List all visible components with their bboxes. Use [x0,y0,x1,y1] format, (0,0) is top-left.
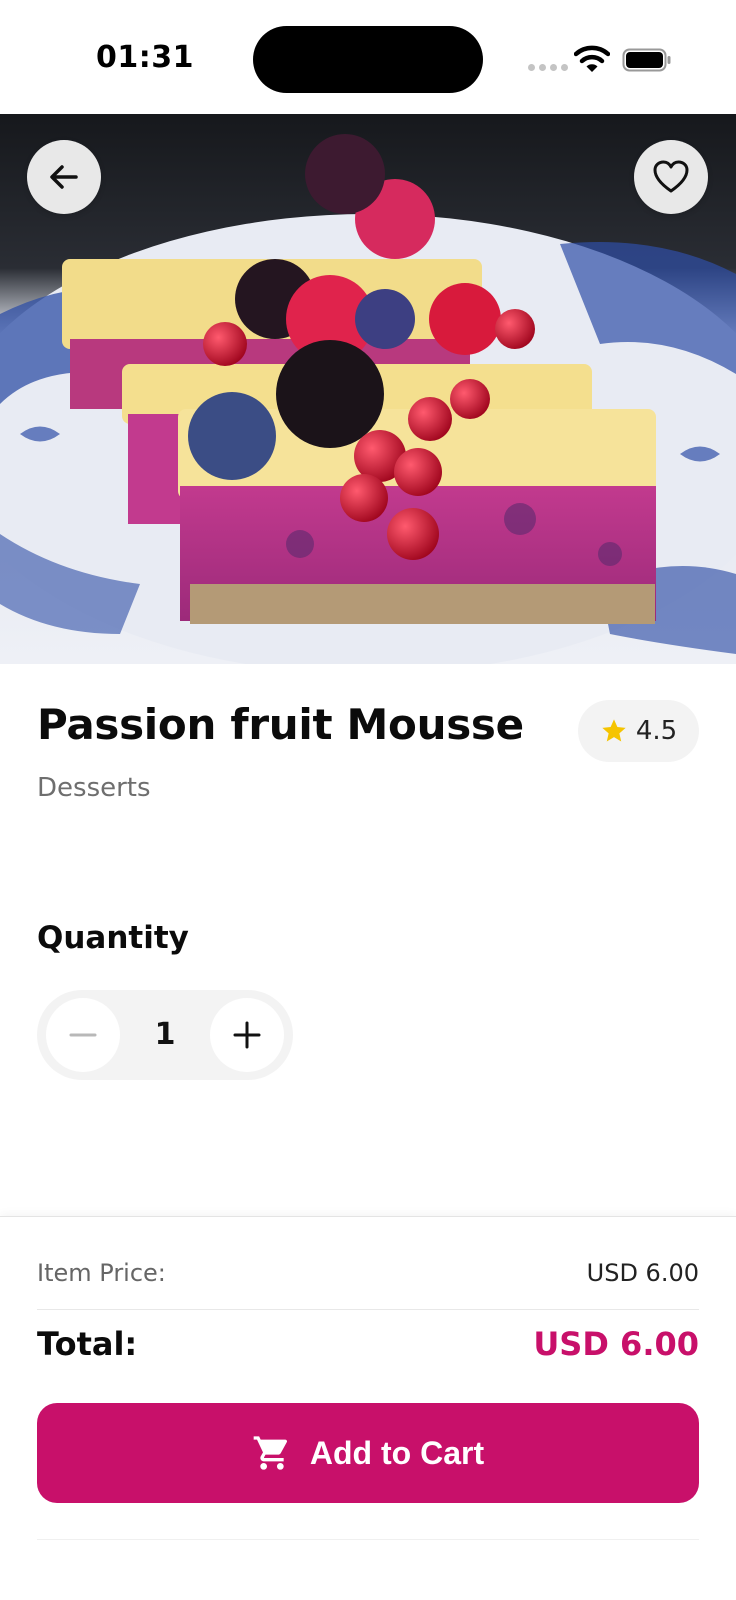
product-category: Desserts [37,773,151,803]
increase-quantity-button[interactable] [210,998,284,1072]
rating-value: 4.5 [635,716,678,746]
quantity-stepper: 1 [37,990,293,1080]
item-price-label: Item Price: [37,1259,166,1287]
quantity-value: 1 [154,1017,176,1052]
add-to-cart-label: Add to Cart [309,1434,485,1471]
total-label: Total: [37,1325,138,1363]
quantity-label: Quantity [37,920,189,956]
sheet-divider [37,1539,699,1540]
heart-outline-icon [653,160,689,193]
decrease-quantity-button[interactable] [46,998,120,1072]
total-value: USD 6.00 [533,1325,699,1363]
wifi-icon [574,45,610,72]
arrow-left-icon [50,165,78,189]
status-bar: 01:31 [0,0,736,114]
star-icon [602,719,626,742]
divider [37,1309,699,1310]
battery-icon [622,48,671,72]
product-title: Passion fruit Mousse [37,700,524,749]
status-time: 01:31 [96,40,194,75]
berry-mousse-cake-photo [0,114,736,664]
cellular-dots-icon [528,64,568,71]
plus-icon [233,1021,261,1049]
item-price-value: USD 6.00 [586,1259,699,1287]
checkout-panel: Item Price: USD 6.00 Total: USD 6.00 Add… [0,1216,736,1600]
add-to-cart-button[interactable]: Add to Cart [37,1403,699,1503]
item-price-row: Item Price: USD 6.00 [37,1259,699,1287]
favorite-button[interactable] [634,140,708,214]
product-hero-image [0,114,736,664]
dynamic-island [253,26,483,93]
cart-icon [253,1436,287,1470]
minus-icon [69,1033,97,1037]
back-button[interactable] [27,140,101,214]
total-row: Total: USD 6.00 [37,1325,699,1363]
rating-badge: 4.5 [578,700,699,762]
